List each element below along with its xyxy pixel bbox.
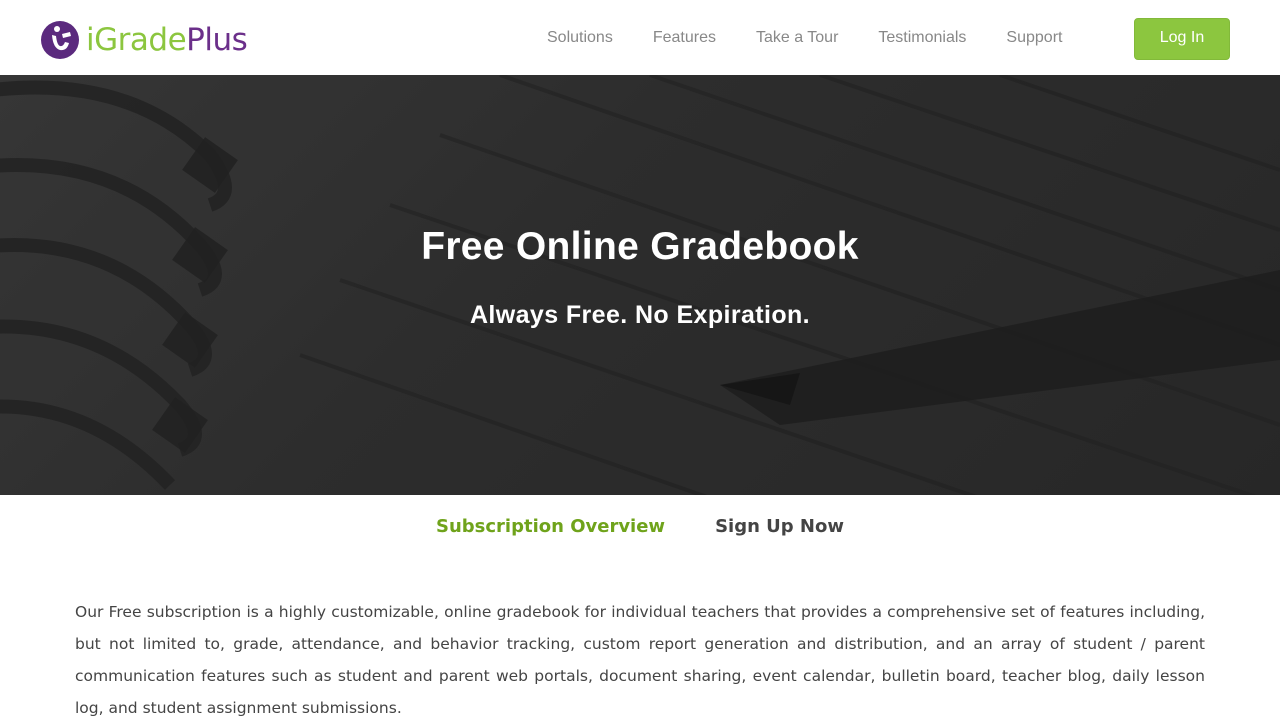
nav-features[interactable]: Features	[633, 28, 736, 48]
logo-text-grade: Grade	[94, 21, 187, 58]
nav-take-a-tour[interactable]: Take a Tour	[736, 28, 858, 48]
hero-background-image	[0, 75, 1280, 495]
subscription-description: Our Free subscription is a highly custom…	[75, 596, 1205, 720]
tab-subscription-overview[interactable]: Subscription Overview	[411, 516, 690, 537]
login-button[interactable]: Log In	[1134, 18, 1230, 60]
hero-banner: Free Online Gradebook Always Free. No Ex…	[0, 75, 1280, 495]
nav-solutions[interactable]: Solutions	[527, 28, 633, 48]
nav-testimonials[interactable]: Testimonials	[858, 28, 986, 48]
igradeplus-logo[interactable]: iGradePlus	[40, 19, 248, 61]
description-paragraph: Our Free subscription is a highly custom…	[75, 603, 1205, 717]
subscription-tabs: Subscription Overview Sign Up Now	[0, 516, 1280, 537]
main-nav: Solutions Features Take a Tour Testimoni…	[527, 28, 1082, 48]
nav-support[interactable]: Support	[986, 28, 1082, 48]
logo-text-plus: Plus	[186, 21, 248, 58]
site-header: iGradePlus Solutions Features Take a Tou…	[0, 0, 1280, 75]
logo-icon	[41, 21, 79, 59]
hero-subtitle: Always Free. No Expiration.	[469, 301, 811, 329]
tab-sign-up-now[interactable]: Sign Up Now	[690, 516, 869, 537]
hero-title: Free Online Gradebook	[421, 225, 859, 268]
logo-text-prefix: i	[86, 21, 95, 58]
